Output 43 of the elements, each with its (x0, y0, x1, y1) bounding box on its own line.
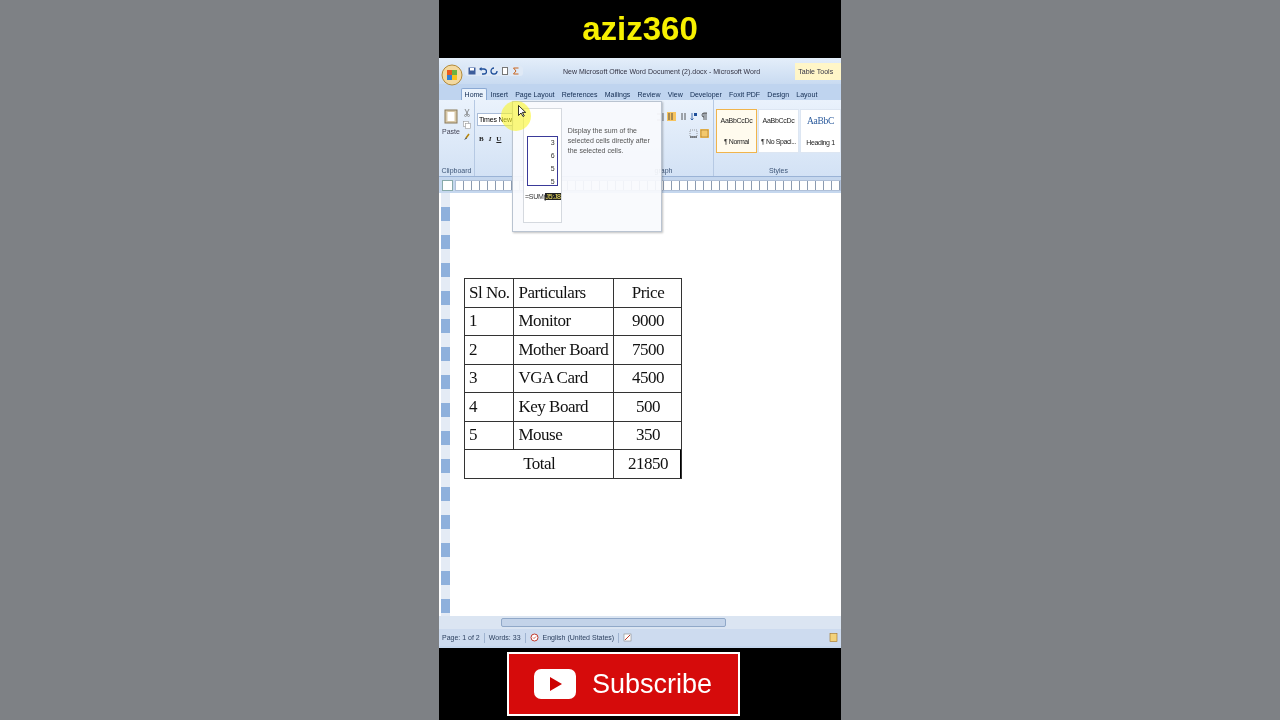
table-header-cell: Particulars (513, 278, 614, 307)
table-cell: Key Board (513, 392, 614, 421)
sort-icon[interactable] (689, 112, 698, 121)
table-cell: 5 (464, 421, 514, 450)
scissors-icon[interactable] (462, 109, 471, 117)
cursor-highlight (501, 101, 531, 131)
table-cell: Monitor (513, 307, 614, 336)
subscribe-button[interactable]: Subscribe (506, 652, 740, 716)
office-button[interactable] (441, 64, 463, 86)
clipboard-icon[interactable] (443, 108, 458, 124)
table-cell: Mother Board (513, 335, 614, 364)
horizontal-scrollbar[interactable] (501, 618, 726, 627)
view-icon[interactable] (829, 633, 838, 642)
table-cell: 7500 (613, 335, 682, 364)
proofing-icon[interactable] (529, 633, 539, 642)
tab-selector[interactable] (442, 179, 453, 191)
style-preview: AaBbC (806, 116, 834, 127)
table-cell: Total (464, 449, 614, 478)
channel-name: aziz360 (582, 10, 698, 48)
play-icon (533, 669, 576, 699)
redo-icon[interactable] (490, 67, 498, 75)
table-cell: VGA Card (513, 364, 614, 393)
table-cell: 350 (613, 421, 682, 450)
table-cell: Mouse (513, 421, 614, 450)
table-header-cell: Sl No. (464, 278, 514, 307)
table-cell: 2 (464, 335, 514, 364)
copy-icon[interactable] (462, 121, 471, 129)
document-icon[interactable] (501, 67, 509, 75)
table-cell: 21850 (613, 449, 682, 478)
undo-icon[interactable] (479, 67, 487, 75)
table-cell: 1 (464, 307, 514, 336)
table-cell: 4500 (613, 364, 682, 393)
save-icon[interactable] (468, 67, 476, 75)
sum-icon[interactable] (512, 67, 520, 75)
border-icon[interactable] (689, 129, 698, 138)
pilcrow-icon[interactable] (700, 112, 709, 121)
table-cell: 500 (613, 392, 682, 421)
table-cell: 3 (464, 364, 514, 393)
brush-icon[interactable] (462, 133, 471, 141)
table-cell: 9000 (613, 307, 682, 336)
table-header-cell: Price (613, 278, 682, 307)
macro-icon[interactable] (623, 633, 633, 642)
table-cell: 4 (464, 392, 514, 421)
